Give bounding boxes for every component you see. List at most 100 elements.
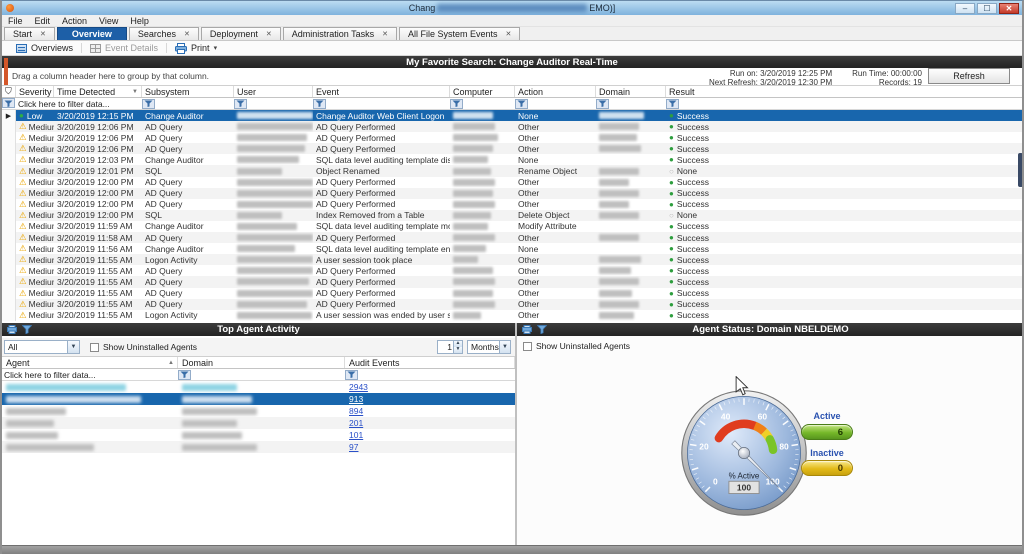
event-row[interactable]: ⚠Medium3/20/2019 12:06 PMAD QueryAD Quer… <box>2 121 1024 132</box>
event-row[interactable]: ⚠Medium3/20/2019 11:55 AMAD QueryAD Quer… <box>2 276 1024 287</box>
agent-row[interactable]: 894 <box>2 405 515 417</box>
maximize-button[interactable]: ☐ <box>977 3 997 14</box>
column-header-severity[interactable]: Severity <box>16 86 54 97</box>
event-row[interactable]: ⚠Medium3/20/2019 12:01 PMSQLObject Renam… <box>2 165 1024 176</box>
menu-item-action[interactable]: Action <box>62 16 87 26</box>
tab-all-file-system-events[interactable]: All File System Events✕ <box>399 27 520 40</box>
column-filter-cell[interactable] <box>450 98 515 109</box>
audit-events-link[interactable]: 913 <box>349 394 363 404</box>
vertical-scrollbar-thumb[interactable] <box>1018 153 1023 187</box>
audit-events-link[interactable]: 894 <box>349 406 363 416</box>
event-row[interactable]: ⚠Medium3/20/2019 12:00 PMSQLIndex Remove… <box>2 210 1024 221</box>
agent-row[interactable]: 97 <box>2 441 515 453</box>
filter-button[interactable] <box>515 99 528 109</box>
column-header-action[interactable]: Action <box>515 86 596 97</box>
print-panel-icon[interactable] <box>7 325 17 334</box>
tab-overview[interactable]: Overview <box>57 27 127 40</box>
event-row[interactable]: ⚠Medium3/20/2019 12:03 PMChange AuditorS… <box>2 154 1024 165</box>
event-row[interactable]: ⚠Medium3/20/2019 12:00 PMAD QueryAD Quer… <box>2 188 1024 199</box>
tab-administration-tasks[interactable]: Administration Tasks✕ <box>283 27 397 40</box>
filter-button[interactable] <box>178 370 191 380</box>
overviews-button[interactable]: Overviews <box>8 43 81 53</box>
agent-column-header-agent[interactable]: Agent▲ <box>2 357 178 368</box>
event-row[interactable]: ⚠Medium3/20/2019 11:55 AMAD QueryAD Quer… <box>2 299 1024 310</box>
column-filter-cell[interactable] <box>666 98 1024 109</box>
agent-filter-dropdown[interactable]: All ▼ <box>4 340 80 354</box>
menu-item-view[interactable]: View <box>99 16 118 26</box>
filter-button[interactable] <box>596 99 609 109</box>
column-filter-cell[interactable] <box>596 98 666 109</box>
column-header-subsystem[interactable]: Subsystem <box>142 86 234 97</box>
spinner-arrows[interactable]: ▲▼ <box>453 341 462 353</box>
active-count-pill[interactable]: 6 <box>801 424 853 440</box>
inactive-count-pill[interactable]: 0 <box>801 460 853 476</box>
audit-events-link[interactable]: 2943 <box>349 382 368 392</box>
filter-button[interactable] <box>313 99 326 109</box>
column-filter-cell[interactable] <box>234 98 313 109</box>
tab-searches[interactable]: Searches✕ <box>129 27 199 40</box>
column-header-user[interactable]: User <box>234 86 313 97</box>
event-details-button[interactable]: Event Details <box>82 43 166 53</box>
filter-panel-icon[interactable] <box>22 325 32 334</box>
column-filter-cell[interactable] <box>313 98 450 109</box>
column-filter-cell[interactable] <box>515 98 596 109</box>
period-unit-dropdown[interactable]: Months ▼ <box>467 340 511 354</box>
print-button[interactable]: Print ▾ <box>167 43 225 54</box>
close-button[interactable]: ✕ <box>999 3 1019 14</box>
agent-grid-filter-row[interactable]: Click here to filter data... <box>2 369 515 381</box>
column-header-computer[interactable]: Computer <box>450 86 515 97</box>
audit-events-link[interactable]: 101 <box>349 430 363 440</box>
close-tab-icon[interactable]: ✕ <box>382 30 388 38</box>
agent-row[interactable]: 201 <box>2 417 515 429</box>
event-row[interactable]: ⚠Medium3/20/2019 12:06 PMAD QueryAD Quer… <box>2 132 1024 143</box>
close-tab-icon[interactable]: ✕ <box>506 30 512 38</box>
close-tab-icon[interactable]: ✕ <box>266 30 272 38</box>
audit-events-link[interactable]: 97 <box>349 442 358 452</box>
close-tab-icon[interactable]: ✕ <box>40 30 46 38</box>
print-panel-icon[interactable] <box>522 325 532 334</box>
event-row[interactable]: ⚠Medium3/20/2019 11:55 AMAD QueryAD Quer… <box>2 265 1024 276</box>
event-row[interactable]: ⚠Medium3/20/2019 11:58 AMAD QueryAD Quer… <box>2 232 1024 243</box>
close-tab-icon[interactable]: ✕ <box>184 30 190 38</box>
event-row[interactable]: ⚠Medium3/20/2019 11:55 AMLogon ActivityA… <box>2 254 1024 265</box>
tab-deployment[interactable]: Deployment✕ <box>201 27 281 40</box>
minimize-button[interactable]: – <box>955 3 975 14</box>
menu-item-file[interactable]: File <box>8 16 23 26</box>
event-row[interactable]: ▶●Low3/20/2019 12:15 PMChange AuditorCha… <box>2 110 1024 121</box>
agent-row[interactable]: 101 <box>2 429 515 441</box>
event-row[interactable]: ⚠Medium3/20/2019 11:55 AMLogon ActivityA… <box>2 310 1024 321</box>
filter-panel-icon[interactable] <box>537 325 547 334</box>
event-grid-filter-row[interactable]: Click here to filter data... <box>2 98 1024 110</box>
event-row[interactable]: ⚠Medium3/20/2019 12:00 PMAD QueryAD Quer… <box>2 177 1024 188</box>
agent-column-header-audit-events[interactable]: Audit Events <box>345 357 515 368</box>
agent-column-filter-cell[interactable] <box>345 369 515 380</box>
filter-hint-text[interactable]: Click here to filter data... <box>2 369 178 380</box>
agent-row[interactable]: 913 <box>2 393 515 405</box>
filter-hint-text[interactable]: Click here to filter data... <box>16 98 142 109</box>
column-filter-cell[interactable] <box>142 98 234 109</box>
event-row[interactable]: ⚠Medium3/20/2019 11:59 AMChange AuditorS… <box>2 221 1024 232</box>
filter-button[interactable] <box>234 99 247 109</box>
menu-item-edit[interactable]: Edit <box>35 16 51 26</box>
column-header-event[interactable]: Event <box>313 86 450 97</box>
column-header-result[interactable]: Result <box>666 86 1024 97</box>
menu-item-help[interactable]: Help <box>130 16 149 26</box>
event-row[interactable]: ⚠Medium3/20/2019 12:06 PMAD QueryAD Quer… <box>2 143 1024 154</box>
refresh-button[interactable]: Refresh <box>928 68 1010 84</box>
filter-button[interactable] <box>345 370 358 380</box>
filter-button[interactable] <box>666 99 679 109</box>
agent-column-filter-cell[interactable] <box>178 369 345 380</box>
event-row[interactable]: ⚠Medium3/20/2019 12:00 PMAD QueryAD Quer… <box>2 199 1024 210</box>
event-row[interactable]: ⚠Medium3/20/2019 11:55 AMAD QueryAD Quer… <box>2 288 1024 299</box>
event-row[interactable]: ⚠Medium3/20/2019 11:56 AMChange AuditorS… <box>2 243 1024 254</box>
filter-button[interactable] <box>450 99 463 109</box>
column-header-domain[interactable]: Domain <box>596 86 666 97</box>
agent-row[interactable]: 2943 <box>2 381 515 393</box>
show-uninstalled-checkbox[interactable] <box>90 343 99 352</box>
show-uninstalled-checkbox[interactable] <box>523 342 532 351</box>
filter-button[interactable] <box>142 99 155 109</box>
tab-start[interactable]: Start✕ <box>4 27 55 40</box>
agent-column-header-domain[interactable]: Domain <box>178 357 345 368</box>
period-value-spinner[interactable]: 1 ▲▼ <box>437 340 463 354</box>
column-header-time-detected[interactable]: Time Detected▼ <box>54 86 142 97</box>
